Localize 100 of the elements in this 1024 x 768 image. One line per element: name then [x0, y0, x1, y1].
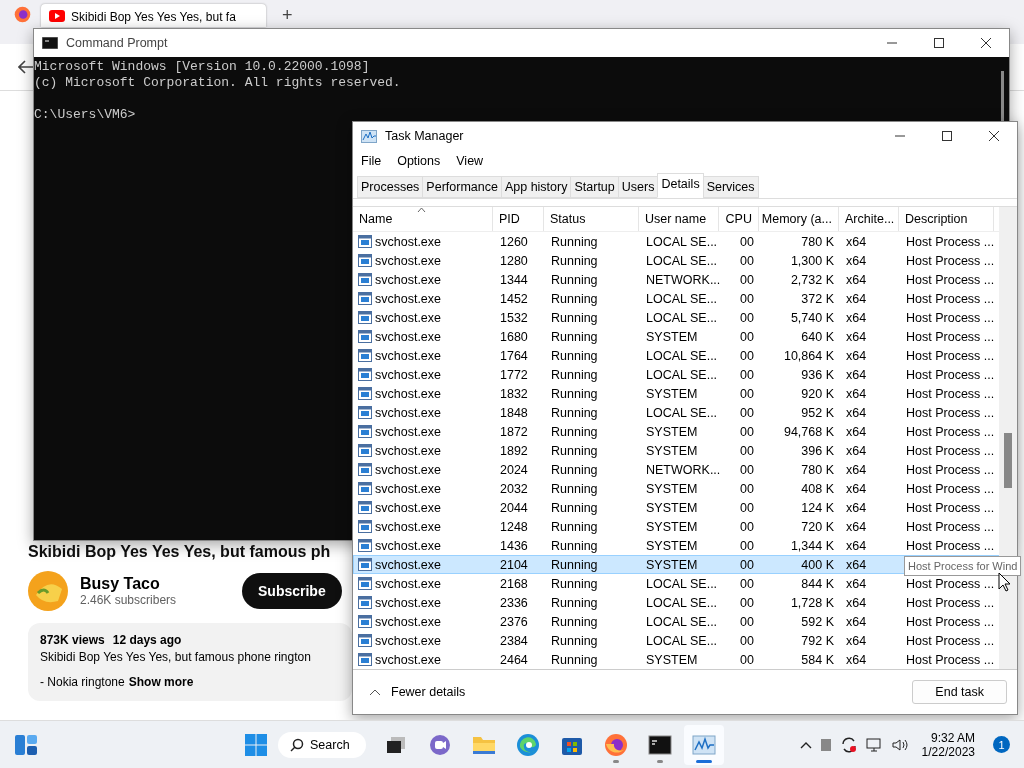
column-header[interactable]: Name	[353, 207, 493, 231]
notification-badge[interactable]: 1	[993, 736, 1010, 753]
table-cell-text: x64	[845, 234, 868, 249]
process-row[interactable]: svchost.exe 1848 Running LOCAL SE... 00 952 K x64 Host Process ...	[353, 403, 999, 422]
task-view-icon[interactable]	[384, 734, 407, 755]
close-icon[interactable]	[988, 131, 999, 141]
subscribe-button[interactable]: Subscribe	[242, 573, 342, 609]
show-more-link[interactable]: Show more	[128, 675, 194, 689]
window-icon	[358, 273, 372, 286]
process-row[interactable]: svchost.exe 1280 Running LOCAL SE... 00 1,300 K x64 Host Process ...	[353, 251, 999, 270]
window-icon	[358, 482, 372, 495]
table-cell-text: 1532	[499, 310, 529, 325]
tab[interactable]: Processes	[357, 176, 424, 198]
table-cell: svchost.exe	[375, 481, 441, 496]
column-header[interactable]: Status	[544, 207, 639, 231]
process-row[interactable]: svchost.exe 1436 Running SYSTEM 00 1,344 K x64 Host Process ...	[353, 536, 999, 555]
process-row[interactable]: svchost.exe 1532 Running LOCAL SE... 00 5,740 K x64 Host Process ...	[353, 308, 999, 327]
process-row[interactable]: svchost.exe 1680 Running SYSTEM 00 640 K x64 Host Process ...	[353, 327, 999, 346]
chevron-up-icon[interactable]	[799, 740, 812, 749]
table-cell-text: Host Process ...	[905, 234, 995, 249]
process-row[interactable]: svchost.exe 2376 Running LOCAL SE... 00 592 K x64 Host Process ...	[353, 612, 999, 631]
menu-item[interactable]: File	[361, 154, 382, 168]
maximize-icon[interactable]	[941, 131, 952, 141]
table-cell: svchost.exe	[375, 557, 441, 572]
new-tab-button[interactable]: +	[276, 4, 299, 26]
table-cell-text: 1248	[499, 519, 529, 534]
widgets-icon[interactable]	[14, 733, 38, 756]
table-cell-text: SYSTEM	[645, 329, 699, 344]
process-row[interactable]: svchost.exe 1772 Running LOCAL SE... 00 936 K x64 Host Process ...	[353, 365, 999, 384]
volume-icon[interactable]	[891, 737, 910, 752]
activity-graph-icon[interactable]	[691, 733, 716, 756]
table-cell-text: 792 K	[800, 633, 835, 648]
menu-item[interactable]: Options	[397, 154, 441, 168]
end-task-button[interactable]: End task	[912, 680, 1007, 704]
process-row[interactable]: svchost.exe 1832 Running SYSTEM 00 920 K x64 Host Process ...	[353, 384, 999, 403]
back-icon[interactable]	[18, 60, 34, 74]
table-cell-text: 00	[739, 481, 755, 496]
tab[interactable]: Performance	[422, 176, 502, 198]
fewer-details-button[interactable]: Fewer details	[363, 684, 472, 700]
process-row[interactable]: svchost.exe 2168 Running LOCAL SE... 00 844 K x64 Host Process ...	[353, 574, 999, 593]
column-header[interactable]: Description	[899, 207, 994, 231]
column-header[interactable]: CPU	[719, 207, 759, 231]
process-row[interactable]: svchost.exe 2032 Running SYSTEM 00 408 K x64 Host Process ...	[353, 479, 999, 498]
table-cell: svchost.exe	[375, 443, 441, 458]
tab[interactable]: Users	[617, 176, 659, 198]
minimize-icon[interactable]	[894, 135, 905, 137]
tab[interactable]: App history	[500, 176, 572, 198]
start-icon[interactable]	[244, 732, 268, 757]
tab[interactable]: Startup	[570, 176, 619, 198]
process-row[interactable]: svchost.exe 1260 Running LOCAL SE... 00 780 K x64 Host Process ...	[353, 232, 999, 251]
channel-name[interactable]: Busy Taco	[80, 575, 230, 593]
table-cell-text: SYSTEM	[645, 500, 699, 515]
table-cell-text: Host Process ...	[905, 481, 995, 496]
minimize-icon[interactable]	[886, 42, 897, 44]
network-icon[interactable]	[865, 736, 884, 753]
sync-icon[interactable]	[839, 735, 858, 754]
menu-item[interactable]: View	[456, 154, 484, 168]
process-row[interactable]: svchost.exe 1344 Running NETWORK... 00 2,732 K x64 Host Process ...	[353, 270, 999, 289]
scrollbar-thumb[interactable]	[1004, 433, 1012, 488]
column-header[interactable]: PID	[493, 207, 544, 231]
table-cell-text: Running	[550, 595, 599, 610]
column-header[interactable]: Archite...	[839, 207, 899, 231]
process-row[interactable]: svchost.exe 1872 Running SYSTEM 00 94,768 K x64 Host Process ...	[353, 422, 999, 441]
terminal-icon[interactable]	[647, 733, 672, 756]
table-cell-text: x64	[845, 519, 868, 534]
table-cell-text: 00	[739, 424, 755, 439]
process-row[interactable]: svchost.exe 1248 Running SYSTEM 00 720 K x64 Host Process ...	[353, 517, 999, 536]
browser-tab[interactable]: Skibidi Bop Yes Yes Yes, but fa	[41, 4, 266, 27]
clock-date[interactable]: 1/22/2023	[921, 744, 975, 759]
tab[interactable]: Details	[657, 173, 704, 198]
channel-avatar[interactable]	[28, 571, 68, 611]
process-row[interactable]: svchost.exe 2044 Running SYSTEM 00 124 K x64 Host Process ...	[353, 498, 999, 517]
table-cell-text: 1452	[499, 291, 529, 306]
search-button[interactable]: Search	[278, 731, 366, 758]
process-row[interactable]: svchost.exe 1452 Running LOCAL SE... 00 372 K x64 Host Process ...	[353, 289, 999, 308]
process-row[interactable]: svchost.exe 2336 Running LOCAL SE... 00 1,728 K x64 Host Process ...	[353, 593, 999, 612]
table-cell-text: Running	[550, 538, 599, 553]
process-row[interactable]: svchost.exe 1892 Running SYSTEM 00 396 K x64 Host Process ...	[353, 441, 999, 460]
chat-icon[interactable]	[427, 732, 452, 757]
browser-icon[interactable]	[515, 732, 540, 757]
table-cell-text: Host Process ...	[905, 386, 995, 401]
close-icon[interactable]	[980, 38, 991, 48]
column-header[interactable]: Memory (a...	[759, 207, 839, 231]
column-header[interactable]: User name	[639, 207, 719, 231]
process-row[interactable]: svchost.exe 2384 Running LOCAL SE... 00 792 K x64 Host Process ...	[353, 631, 999, 650]
table-cell-text: 00	[739, 538, 755, 553]
process-row[interactable]: svchost.exe 2024 Running NETWORK... 00 780 K x64 Host Process ...	[353, 460, 999, 479]
tab[interactable]: Services	[702, 176, 759, 198]
square-icon[interactable]	[819, 737, 832, 752]
table-cell-text: 10,864 K	[782, 348, 835, 363]
table-cell-text: LOCAL SE...	[645, 633, 719, 648]
fox-globe-icon[interactable]	[603, 732, 628, 757]
clock-time[interactable]: 9:32 AM	[930, 730, 975, 745]
process-row[interactable]: svchost.exe 1764 Running LOCAL SE... 00 10,864 K x64 Host Process ...	[353, 346, 999, 365]
window-icon	[358, 406, 372, 419]
table-cell-text: NETWORK...	[645, 272, 720, 287]
process-row[interactable]: svchost.exe 2464 Running SYSTEM 00 584 K x64 Host Process ...	[353, 650, 999, 669]
maximize-icon[interactable]	[933, 38, 944, 48]
table-cell-text: 720 K	[800, 519, 835, 534]
description-text: - Nokia ringtone	[40, 675, 125, 689]
